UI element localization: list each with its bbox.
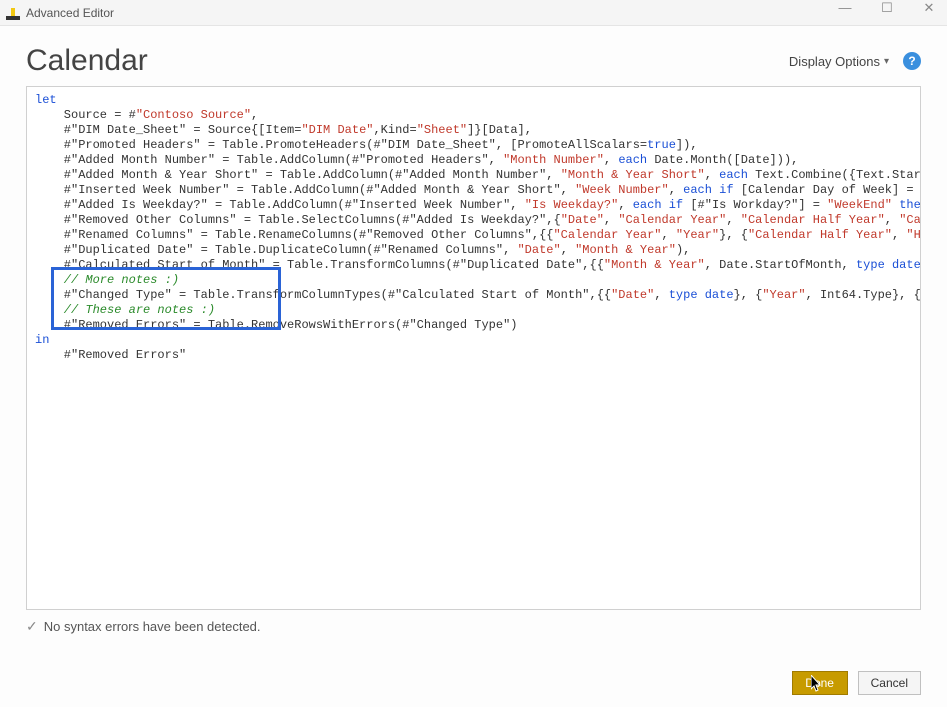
window-title: Advanced Editor	[26, 6, 114, 20]
check-icon: ✓	[26, 618, 38, 635]
minimize-button[interactable]: —	[831, 0, 859, 16]
titlebar: Advanced Editor — ☐ ✕	[0, 0, 947, 26]
help-icon[interactable]: ?	[903, 52, 921, 70]
status-message: No syntax errors have been detected.	[44, 619, 261, 634]
display-options-dropdown[interactable]: Display Options ▾	[789, 54, 889, 69]
app-icon	[6, 6, 20, 20]
page-title: Calendar	[26, 44, 789, 78]
code-editor[interactable]: let Source = #"Contoso Source", #"DIM Da…	[26, 86, 921, 610]
dialog-buttons: Done Cancel	[792, 671, 921, 695]
done-button[interactable]: Done	[792, 671, 848, 695]
header: Calendar Display Options ▾ ?	[0, 26, 947, 86]
close-button[interactable]: ✕	[915, 0, 943, 16]
window-controls: — ☐ ✕	[831, 0, 943, 16]
maximize-button[interactable]: ☐	[873, 0, 901, 16]
display-options-label: Display Options	[789, 54, 880, 69]
status-bar: ✓ No syntax errors have been detected.	[26, 618, 921, 635]
cancel-button[interactable]: Cancel	[858, 671, 921, 695]
chevron-down-icon: ▾	[884, 56, 889, 67]
